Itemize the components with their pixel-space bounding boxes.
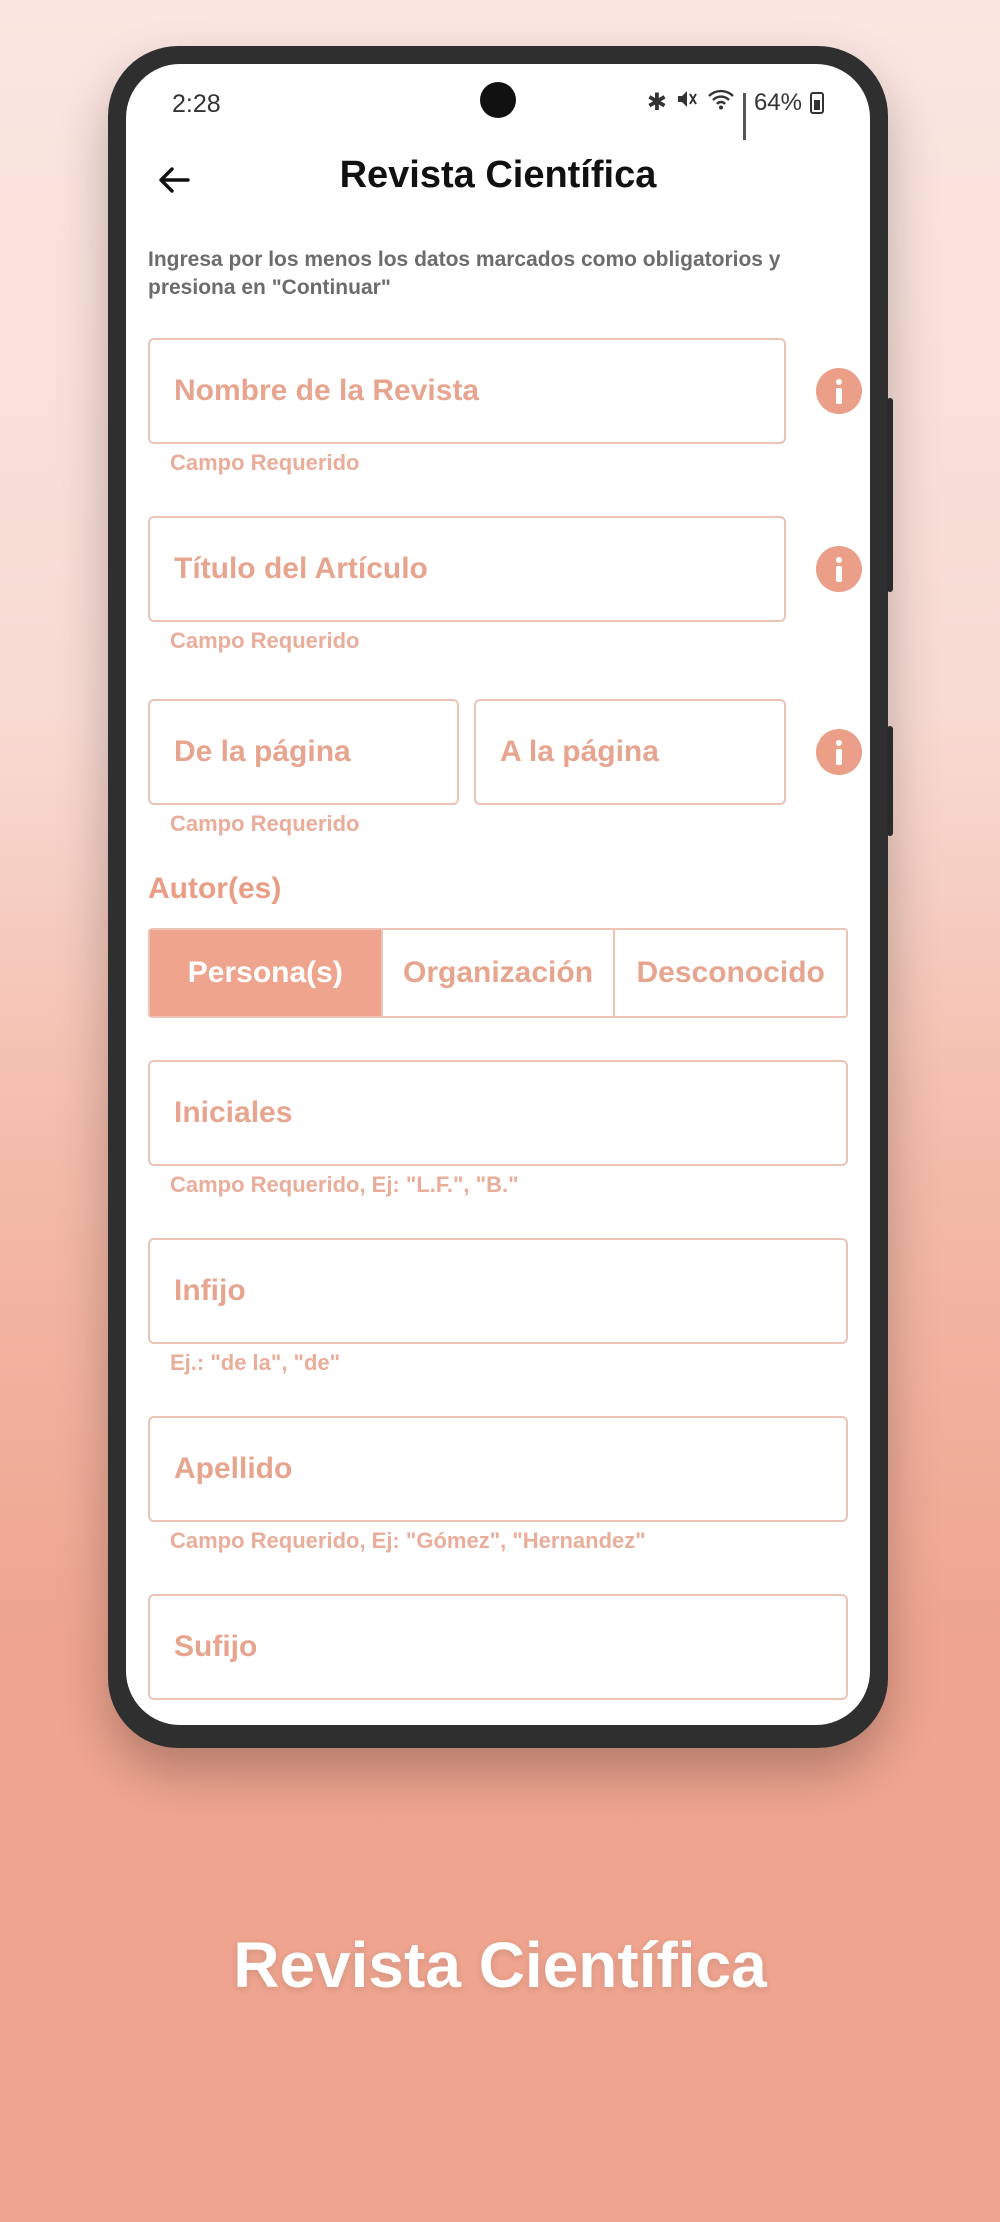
page-title: Revista Científica [339,154,657,196]
battery-icon [810,91,824,114]
promo-caption: Revista Científica [233,1929,767,2001]
front-camera [480,82,516,118]
journal-name-input[interactable] [172,373,784,409]
article-title-input[interactable] [172,551,784,587]
app-screen: 2:28 ✱ 64% Revista Científica Ingresa po… [126,64,870,1725]
suffix-input[interactable] [172,1629,846,1665]
infix-input[interactable] [172,1273,846,1309]
article-title-hint: Campo Requerido [170,628,360,653]
pages-info-icon[interactable] [816,729,862,775]
infix-field[interactable] [148,1238,848,1344]
instructions-text: Ingresa por los menos los datos marcados… [148,248,781,299]
status-time: 2:28 [172,90,221,118]
page-to-field[interactable] [474,699,786,805]
battery-level: 64% [753,88,802,116]
article-title-field[interactable] [148,516,786,622]
initials-input[interactable] [172,1095,846,1131]
power-button [887,726,893,836]
bluetooth-icon: ✱ [646,89,667,116]
page-to-input[interactable] [498,734,784,770]
page-from-input[interactable] [172,734,457,770]
author-type-organization[interactable]: Organización [380,930,614,1016]
journal-name-info-icon[interactable] [816,368,862,414]
surname-field[interactable] [148,1416,848,1522]
journal-name-field[interactable] [148,338,786,444]
journal-name-hint: Campo Requerido [170,450,360,475]
signal-icon [742,92,746,140]
suffix-field[interactable] [148,1594,848,1700]
infix-hint: Ej.: "de la", "de" [170,1350,341,1375]
author-type-persons[interactable]: Persona(s) [150,930,381,1016]
phone-frame: 2:28 ✱ 64% Revista Científica Ingresa po… [108,46,893,1748]
status-icons: ✱ 64% [646,88,824,140]
mute-icon [675,88,699,117]
initials-hint: Campo Requerido, Ej: "L.F.", "B." [170,1172,519,1197]
wifi-icon [707,88,735,117]
surname-hint: Campo Requerido, Ej: "Gómez", "Hernandez… [170,1528,646,1553]
pages-hint: Campo Requerido [170,811,360,836]
page-from-field[interactable] [148,699,459,805]
surname-input[interactable] [172,1451,846,1487]
initials-field[interactable] [148,1060,848,1166]
authors-label: Autor(es) [148,872,282,905]
article-title-info-icon[interactable] [816,546,862,592]
volume-button [887,398,893,592]
author-type-unknown[interactable]: Desconocido [613,930,846,1016]
author-type-selector: Persona(s) Organización Desconocido [148,928,848,1018]
